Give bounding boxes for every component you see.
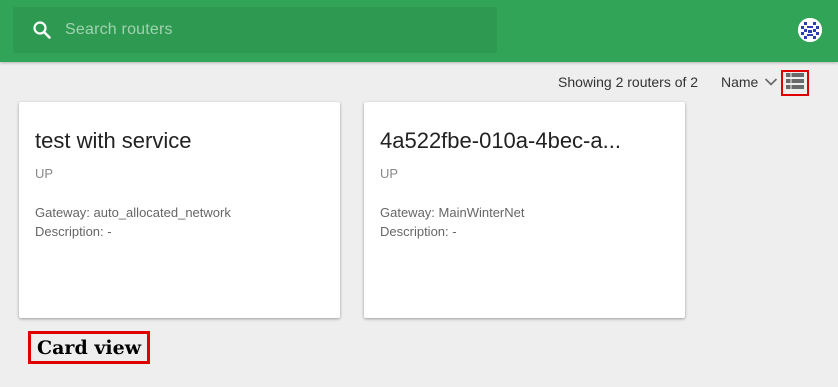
router-status: UP (35, 166, 54, 181)
sort-dropdown[interactable]: Name (721, 74, 778, 90)
search-icon (31, 19, 53, 41)
router-gateway: Gateway: MainWinterNet (380, 205, 525, 220)
router-gateway: Gateway: auto_allocated_network (35, 205, 231, 220)
sort-label: Name (721, 74, 759, 90)
router-description: Description: - (35, 224, 112, 239)
result-count: Showing 2 routers of 2 (558, 74, 699, 90)
user-avatar-icon[interactable] (798, 18, 822, 42)
search-bar[interactable]: Search routers (13, 7, 497, 53)
router-status: UP (380, 166, 399, 181)
view-toggle-button[interactable] (781, 70, 809, 96)
chevron-down-icon (764, 74, 778, 90)
list-view-icon (786, 72, 804, 94)
router-name: test with service (35, 128, 192, 153)
search-input[interactable]: Search routers (65, 21, 173, 39)
router-name: 4a522fbe-010a-4bec-a... (380, 128, 621, 153)
router-description: Description: - (380, 224, 457, 239)
annotation-label: Card view (28, 331, 151, 364)
router-card[interactable]: 4a522fbe-010a-4bec-a... UP Gateway: Main… (364, 102, 685, 318)
list-toolbar: Showing 2 routers of 2 Name (0, 70, 838, 96)
router-card[interactable]: test with service UP Gateway: auto_alloc… (19, 102, 340, 318)
app-header: Search routers (0, 0, 838, 62)
